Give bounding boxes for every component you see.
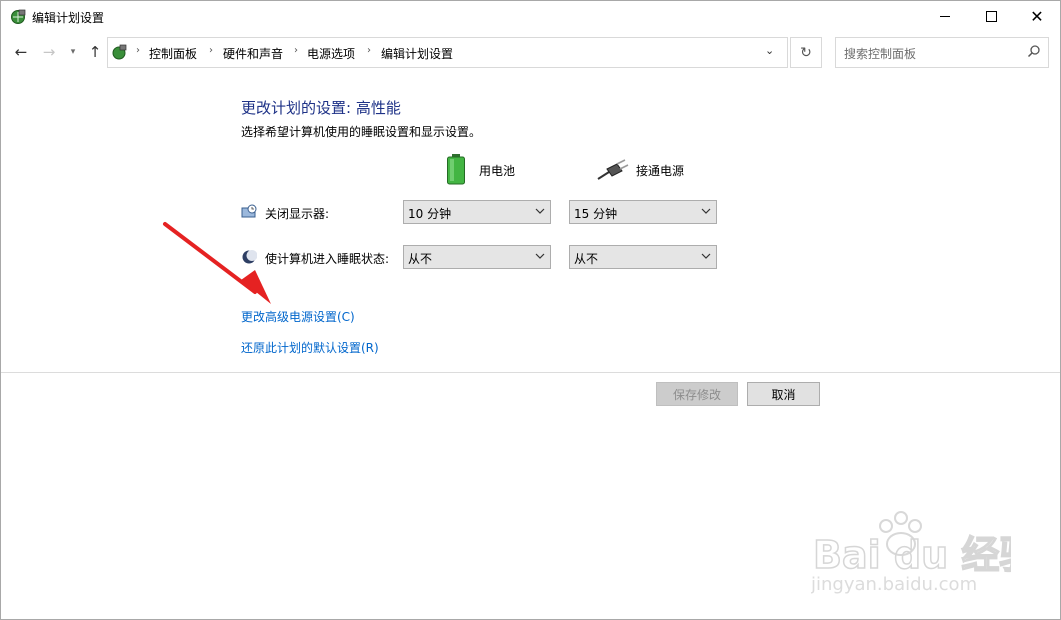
power-plug-icon	[597, 159, 629, 180]
breadcrumb-power-options[interactable]: 电源选项	[307, 45, 355, 62]
chevron-down-icon	[535, 253, 545, 259]
search-icon[interactable]	[1027, 44, 1041, 58]
window-title: 编辑计划设置	[32, 11, 105, 25]
footer-divider	[1, 372, 1060, 373]
address-bar[interactable]: › 控制面板 › 硬件和声音 › 电源选项 › 编辑计划设置 ⌄	[107, 37, 788, 68]
red-arrow-annotation	[163, 222, 271, 304]
forward-button[interactable]: →	[40, 43, 58, 61]
breadcrumb-separator: ›	[367, 45, 371, 56]
control-panel-icon	[112, 44, 127, 60]
refresh-icon: ↻	[800, 44, 812, 61]
search-placeholder: 搜索控制面板	[844, 47, 917, 61]
minimize-icon	[940, 16, 950, 17]
breadcrumb-control-panel[interactable]: 控制面板	[149, 45, 197, 62]
breadcrumb-separator: ›	[294, 45, 298, 56]
navigation-bar: ← → ▾ ↑ › 控制面板 › 硬件和声音 › 电源选项 › 编辑计划设置 ⌄…	[1, 35, 1060, 69]
plugged-column-label: 接通电源	[636, 164, 685, 178]
display-off-plugged-select[interactable]: 15 分钟	[569, 200, 717, 224]
restore-defaults-link[interactable]: 还原此计划的默认设置(R)	[241, 339, 379, 356]
maximize-icon	[985, 11, 997, 22]
page-description: 选择希望计算机使用的睡眠设置和显示设置。	[241, 125, 482, 139]
back-button[interactable]: ←	[12, 43, 30, 61]
baidu-jingyan-watermark: Bai du 经验 jingyan.baidu.com	[811, 511, 1011, 595]
chevron-down-icon	[701, 253, 711, 259]
close-icon: ✕	[1030, 6, 1044, 26]
recent-locations-button[interactable]: ▾	[64, 43, 82, 61]
sleep-label: 使计算机进入睡眠状态:	[265, 252, 390, 266]
breadcrumb-separator: ›	[209, 45, 213, 56]
breadcrumb-hardware-sound[interactable]: 硬件和声音	[223, 45, 283, 62]
arrow-right-icon: →	[42, 43, 56, 61]
sleep-battery-select[interactable]: 从不	[403, 245, 551, 269]
page-title: 更改计划的设置: 高性能	[241, 99, 401, 117]
watermark-brand: Bai du 经验	[813, 533, 1011, 577]
chevron-down-icon: ▾	[70, 47, 76, 57]
window: 编辑计划设置 ✕ ← → ▾ ↑ › 控制面板 › 硬件和声音 › 电源选项 ›	[0, 0, 1061, 620]
battery-icon	[447, 154, 465, 185]
select-value: 从不	[408, 252, 433, 266]
maximize-button[interactable]	[968, 1, 1014, 32]
display-off-battery-select[interactable]: 10 分钟	[403, 200, 551, 224]
minimize-button[interactable]	[922, 1, 968, 32]
battery-column-label: 用电池	[479, 164, 516, 178]
select-value: 从不	[574, 252, 599, 266]
refresh-button[interactable]: ↻	[790, 37, 822, 68]
chevron-down-icon	[701, 208, 711, 214]
cancel-button[interactable]: 取消	[747, 382, 820, 406]
watermark-url: jingyan.baidu.com	[811, 574, 977, 595]
power-options-icon	[11, 9, 26, 24]
save-changes-button[interactable]: 保存修改	[656, 382, 738, 406]
breadcrumb-separator: ›	[136, 45, 140, 56]
title-bar: 编辑计划设置 ✕	[1, 1, 1060, 32]
select-value: 10 分钟	[408, 207, 452, 221]
chevron-down-icon	[535, 208, 545, 214]
sleep-plugged-select[interactable]: 从不	[569, 245, 717, 269]
search-input[interactable]: 搜索控制面板	[835, 37, 1049, 68]
close-button[interactable]: ✕	[1014, 1, 1060, 32]
breadcrumb-edit-plan[interactable]: 编辑计划设置	[381, 45, 453, 62]
arrow-left-icon: ←	[14, 43, 28, 61]
up-button[interactable]: ↑	[86, 43, 104, 61]
select-value: 15 分钟	[574, 207, 618, 221]
address-dropdown-icon[interactable]: ⌄	[765, 44, 774, 57]
arrow-up-icon: ↑	[88, 43, 102, 61]
